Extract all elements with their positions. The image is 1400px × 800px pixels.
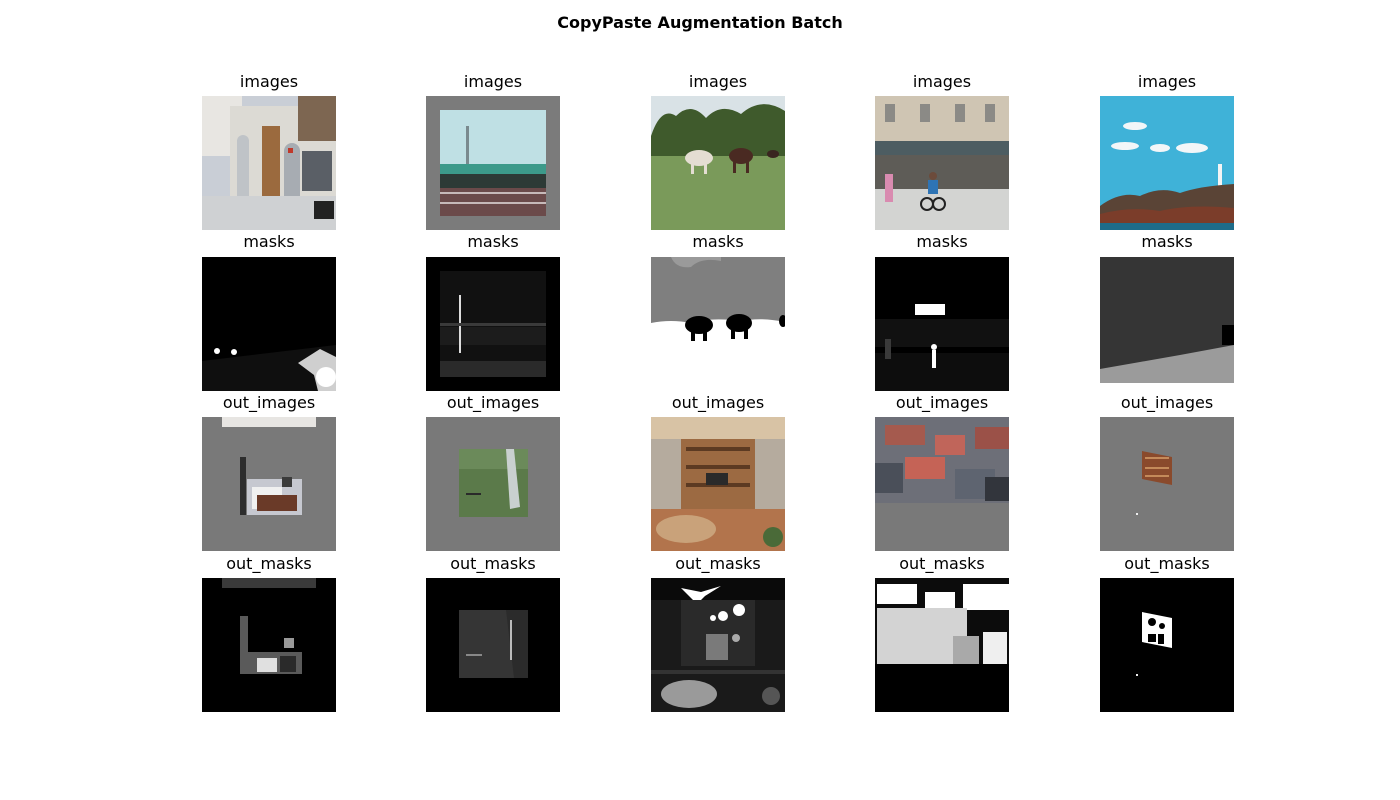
pier-segmentation-mask	[426, 257, 560, 391]
cell-title: masks	[243, 232, 295, 251]
cell-title: masks	[467, 232, 519, 251]
cell-title: out_images	[671, 393, 765, 412]
storefront-cyclists-photo	[875, 96, 1009, 230]
coast-segmentation-mask	[1100, 257, 1234, 391]
street-building-arches-photo	[202, 96, 336, 230]
waterfront-pier-padded-photo	[426, 96, 560, 230]
cows-segmentation-mask	[651, 257, 785, 391]
cell-title: out_images	[895, 393, 989, 412]
pasted-bookshelf-small-photo	[1100, 417, 1234, 551]
cows-in-pasture-photo	[651, 96, 785, 230]
cell-title: images	[463, 72, 523, 91]
cell-title: out_images	[222, 393, 316, 412]
living-room-bookshelf-photo	[651, 417, 785, 551]
waterfall-output-mask	[426, 578, 560, 712]
bookshelf-output-mask	[1100, 578, 1234, 712]
street-segmentation-mask	[202, 257, 336, 391]
interior-fragments-output-mask	[875, 578, 1009, 712]
pasted-interior-fragments-photo	[875, 417, 1009, 551]
pasted-room-photo	[202, 417, 336, 551]
cell-title: out_masks	[226, 554, 312, 573]
cell-title: out_images	[1120, 393, 1214, 412]
pasted-waterfall-photo	[426, 417, 560, 551]
cell-title: masks	[692, 232, 744, 251]
cell-title: masks	[916, 232, 968, 251]
cell-title: out_masks	[675, 554, 761, 573]
cell-title: images	[688, 72, 748, 91]
cell-title: out_images	[446, 393, 540, 412]
cell-title: images	[1137, 72, 1197, 91]
cell-title: out_masks	[1124, 554, 1210, 573]
coastal-lighthouse-sky-photo	[1100, 96, 1234, 230]
cell-title: images	[912, 72, 972, 91]
figure-title: CopyPaste Augmentation Batch	[557, 13, 843, 32]
room-output-mask	[202, 578, 336, 712]
living-room-output-mask	[651, 578, 785, 712]
storefront-segmentation-mask	[875, 257, 1009, 391]
cell-title: out_masks	[899, 554, 985, 573]
cell-title: masks	[1141, 232, 1193, 251]
cell-title: images	[239, 72, 299, 91]
cell-title: out_masks	[450, 554, 536, 573]
